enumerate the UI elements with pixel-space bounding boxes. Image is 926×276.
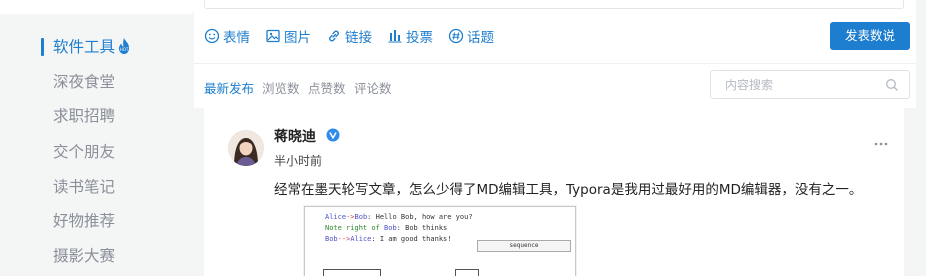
topic-button[interactable]: 话题 (448, 26, 494, 46)
tab-comments[interactable]: 评论数 (354, 78, 392, 97)
sidebar-item-reading-notes[interactable]: 读书笔记 (53, 175, 115, 199)
post-text: 经常在墨天轮写文章，怎么少得了MD编辑工具，Typora是我用过最好用的MD编辑… (274, 182, 863, 198)
emoji-button[interactable]: 表情 (204, 26, 250, 46)
link-button[interactable]: 链接 (326, 26, 372, 46)
sidebar-item-label: 深夜食堂 (53, 73, 116, 91)
sidebar-item-label: 软件工具 (53, 38, 116, 56)
sidebar-item-label: 求职招聘 (53, 107, 116, 125)
sidebar-item-label: 好物推荐 (53, 212, 116, 230)
sidebar-item-make-friends[interactable]: 交个朋友 (53, 140, 115, 164)
sidebar-item-jobs[interactable]: 求职招聘 (53, 104, 115, 128)
code-line-2: Note right of Bob: Bob thinks (325, 224, 448, 232)
image-button[interactable]: 图片 (265, 26, 311, 46)
publish-button[interactable]: 发表数说 (830, 22, 910, 50)
verified-icon (326, 128, 340, 142)
sidebar-top-card (0, 0, 194, 14)
post-image[interactable]: Alice->Bob: Hello Bob, how are you? Note… (304, 206, 576, 276)
search-icon[interactable] (885, 78, 899, 92)
emoji-label: 表情 (223, 30, 250, 46)
code-line-1: Alice->Bob: Hello Bob, how are you? (325, 213, 473, 221)
topic-label: 话题 (467, 30, 494, 46)
avatar-portrait (228, 130, 264, 166)
link-label: 链接 (345, 30, 372, 46)
tab-likes[interactable]: 点赞数 (308, 78, 346, 97)
sidebar-item-label: 摄影大赛 (53, 247, 116, 265)
search-input[interactable] (725, 76, 885, 94)
sidebar-item-photo-contest[interactable]: 摄影大赛 (53, 244, 115, 268)
link-icon (329, 30, 339, 42)
emoji-icon (204, 28, 220, 44)
scrollbar-track[interactable] (916, 0, 926, 276)
post-composer: 表情 图片 链接 投票 话题 (194, 0, 916, 63)
tab-views[interactable]: 浏览数 (262, 78, 300, 97)
sequence-label: sequence (477, 240, 571, 252)
content-search (710, 70, 910, 99)
sidebar-item-label: 交个朋友 (53, 143, 116, 161)
image-icon (266, 29, 280, 43)
avatar[interactable] (228, 130, 264, 166)
poll-button[interactable]: 投票 (387, 26, 433, 46)
tab-latest[interactable]: 最新发布 (204, 78, 254, 97)
post-card: 蒋晓迪 半小时前 经常在墨天轮写文章，怎么少得了MD编辑工具，Typora是我用… (204, 108, 904, 276)
svg-text:HOT: HOT (120, 47, 129, 52)
post-feed: 蒋晓迪 半小时前 经常在墨天轮写文章，怎么少得了MD编辑工具，Typora是我用… (194, 108, 916, 276)
sidebar-item-recommendations[interactable]: 好物推荐 (53, 209, 115, 233)
post-time: 半小时前 (274, 154, 323, 168)
author-name[interactable]: 蒋晓迪 (274, 126, 316, 146)
topic-icon (448, 28, 464, 44)
sidebar-item-late-night-canteen[interactable]: 深夜食堂 (53, 70, 115, 94)
sort-tabs-bar: 最新发布 浏览数 点赞数 评论数 (194, 63, 916, 108)
composer-textarea[interactable] (204, 0, 904, 9)
category-sidebar: 软件工具 HOT 深夜食堂 求职招聘 交个朋友 读书笔记 好物推荐 摄影大赛 (0, 0, 194, 276)
more-options-icon[interactable] (873, 136, 889, 152)
sequence-actor-box (323, 269, 381, 276)
poll-label: 投票 (406, 30, 433, 46)
sidebar-item-label: 读书笔记 (53, 178, 116, 196)
sequence-actor-box (455, 269, 479, 276)
sidebar-item-software-tools[interactable]: 软件工具 HOT (41, 35, 131, 59)
poll-icon (388, 30, 402, 43)
hot-icon: HOT (119, 38, 130, 54)
image-label: 图片 (284, 30, 311, 46)
active-indicator (41, 38, 44, 56)
code-line-3: Bob-->Alice: I am good thanks! (325, 235, 452, 243)
